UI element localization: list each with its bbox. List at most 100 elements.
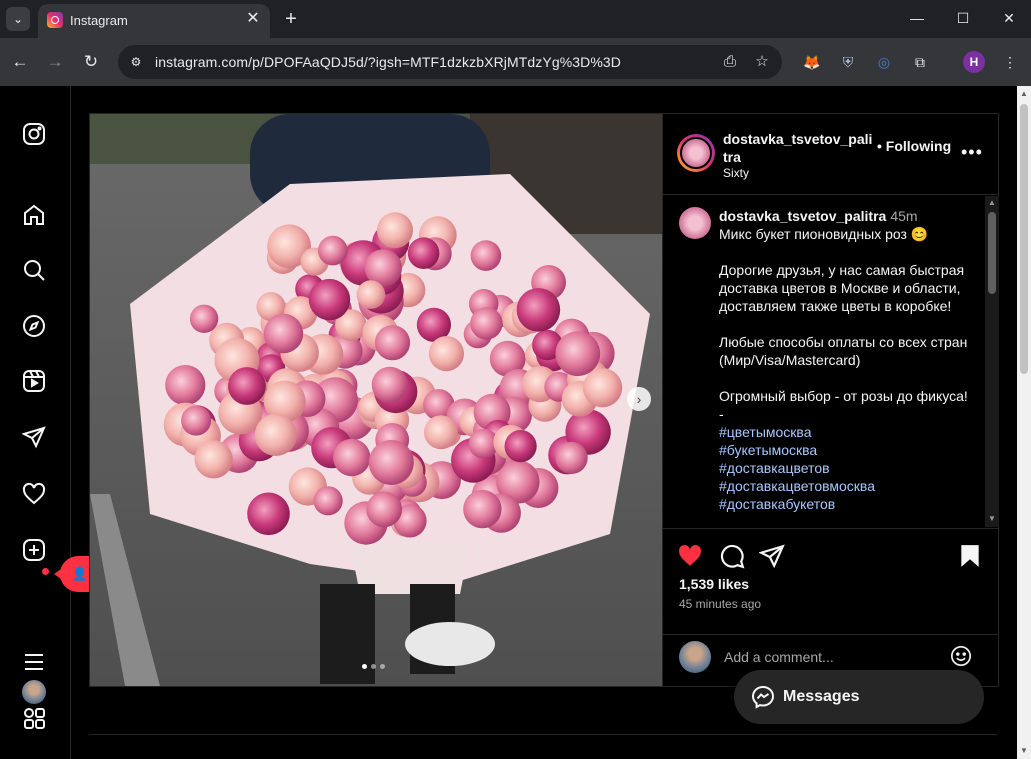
notification-dot	[42, 568, 49, 575]
comment-input[interactable]: Add a comment...	[724, 649, 834, 665]
rose-flower	[308, 278, 351, 321]
follow-status[interactable]: • Following	[877, 138, 951, 154]
tab-search-menu-button[interactable]: ⌄	[6, 7, 30, 31]
rose-flower	[318, 235, 348, 266]
save-bookmark-icon[interactable]	[957, 543, 983, 569]
rose-flower	[181, 405, 212, 436]
tab-title: Instagram	[70, 13, 128, 28]
profile-avatar[interactable]	[22, 680, 46, 704]
rose-flower	[407, 237, 440, 269]
rose-flower	[424, 415, 458, 450]
author-avatar[interactable]	[677, 134, 715, 172]
caption-time: 45m	[890, 208, 918, 224]
close-window-button[interactable]: ✕	[999, 8, 1019, 28]
share-icon[interactable]	[758, 543, 785, 569]
rose-flower	[356, 280, 386, 309]
instagram-sidebar: 👤 1	[0, 86, 113, 759]
caption-paragraph-4: Огромный выбор - от розы до фикуса!	[719, 388, 968, 404]
rose-flower	[504, 430, 537, 463]
post-photo[interactable]: ›	[90, 114, 662, 686]
messages-button[interactable]: Messages	[734, 670, 984, 724]
reload-button[interactable]: ↻	[80, 51, 102, 73]
post-time-ago[interactable]: 45 minutes ago	[679, 597, 761, 611]
following-label: Following	[885, 138, 952, 154]
carousel-dot	[371, 664, 376, 669]
create-icon[interactable]	[22, 538, 46, 562]
rose-flower	[366, 491, 403, 528]
rose-flower	[470, 307, 503, 340]
author-username[interactable]: dostavka_tsvetov_palitra	[723, 130, 875, 166]
browser-tab[interactable]: Instagram ✕	[38, 4, 270, 38]
caption-avatar[interactable]	[679, 207, 711, 239]
site-info-icon[interactable]: ⚙	[126, 52, 146, 72]
post-actions: 1,539 likes 45 minutes ago	[663, 528, 999, 639]
maximize-button[interactable]: ☐	[953, 8, 973, 28]
audio-track[interactable]: Sixty	[723, 166, 749, 180]
install-app-icon[interactable]: ⎙	[720, 52, 740, 72]
also-from-meta-icon[interactable]	[22, 706, 46, 730]
address-bar[interactable]: ⚙ instagram.com/p/DPOFAaQDJ5d/?igsh=MTF1…	[118, 45, 782, 79]
browser-profile-avatar[interactable]: H	[963, 51, 985, 73]
page-scroll-thumb[interactable]	[1020, 104, 1028, 374]
hashtag-link[interactable]: #доставкабукетов	[719, 495, 977, 513]
page-scrollbar[interactable]: ▲ ▼	[1017, 86, 1031, 759]
caption-scrollbar[interactable]: ▲ ▼	[985, 196, 999, 527]
rose-flower	[516, 288, 561, 332]
hashtag-link[interactable]: #доставкацветовмосква	[719, 477, 977, 495]
messages-label: Messages	[783, 688, 860, 705]
caption-paragraph-3: Любые способы оплаты со всех стран (Мир/…	[719, 334, 968, 368]
rose-flower	[463, 489, 502, 529]
scroll-up-arrow[interactable]: ▲	[987, 198, 997, 208]
url-text[interactable]: instagram.com/p/DPOFAaQDJ5d/?igsh=MTF1dz…	[155, 54, 621, 70]
more-options-icon[interactable]: •••	[961, 142, 983, 163]
instagram-favicon-icon	[47, 12, 63, 28]
hashtag-link[interactable]: #букетымосква	[719, 441, 977, 459]
home-icon[interactable]	[22, 203, 46, 227]
instagram-logo-icon[interactable]	[22, 122, 46, 146]
shield-extension-icon[interactable]: ⛨	[837, 51, 859, 73]
rose-flower	[263, 313, 304, 354]
more-menu-icon[interactable]	[22, 650, 46, 674]
caption-dash: -	[719, 406, 724, 422]
minimize-button[interactable]: —	[907, 8, 927, 28]
rose-flower	[194, 440, 233, 479]
explore-icon[interactable]	[22, 314, 46, 338]
caption-section: dostavka_tsvetov_palitra 45m Микс букет п…	[663, 195, 985, 527]
caption-username[interactable]: dostavka_tsvetov_palitra	[719, 208, 886, 224]
new-tab-button[interactable]: +	[280, 8, 302, 30]
tab-close-icon[interactable]: ✕	[244, 10, 262, 28]
rose-flower	[165, 365, 206, 406]
search-icon[interactable]	[22, 258, 46, 282]
page-scroll-up-arrow[interactable]: ▲	[1019, 89, 1029, 99]
extensions-puzzle-icon[interactable]: ⧉	[909, 51, 931, 73]
comment-icon[interactable]	[719, 543, 745, 569]
post-dialog: › dostavka_tsvetov_palitra • Following S…	[89, 113, 999, 687]
rose-flower	[371, 366, 408, 403]
like-heart-icon[interactable]	[677, 543, 703, 569]
messenger-icon	[751, 685, 775, 709]
content-divider	[89, 734, 997, 735]
emoji-picker-icon[interactable]	[950, 645, 972, 667]
forward-button[interactable]: →	[44, 51, 66, 73]
caption-line-1: Микс букет пионовидных роз 😊	[719, 226, 929, 242]
direct-messages-icon[interactable]	[21, 425, 46, 449]
rose-flower	[428, 336, 464, 372]
back-button[interactable]: ←	[9, 51, 31, 73]
metamask-extension-icon[interactable]: 🦊	[801, 51, 823, 73]
notifications-heart-icon[interactable]	[22, 482, 46, 506]
likes-count[interactable]: 1,539 likes	[679, 576, 749, 592]
browser-menu-icon[interactable]: ⋮	[999, 51, 1021, 73]
hashtag-link[interactable]: #доставкацветов	[719, 459, 977, 477]
page-scroll-down-arrow[interactable]: ▼	[1019, 746, 1029, 756]
vpn-extension-icon[interactable]: ◎	[873, 51, 895, 73]
rose-flower	[555, 331, 601, 377]
browser-tab-bar: ⌄ Instagram ✕ + — ☐ ✕	[0, 0, 1031, 38]
bookmark-star-icon[interactable]: ☆	[752, 52, 772, 72]
rose-flower	[228, 367, 266, 405]
reels-icon[interactable]	[22, 369, 46, 393]
scroll-thumb[interactable]	[988, 212, 996, 294]
rose-flower	[555, 441, 588, 474]
scroll-down-arrow[interactable]: ▼	[987, 514, 997, 524]
hashtag-link[interactable]: #цветымосква	[719, 423, 977, 441]
next-image-button[interactable]: ›	[627, 387, 651, 411]
